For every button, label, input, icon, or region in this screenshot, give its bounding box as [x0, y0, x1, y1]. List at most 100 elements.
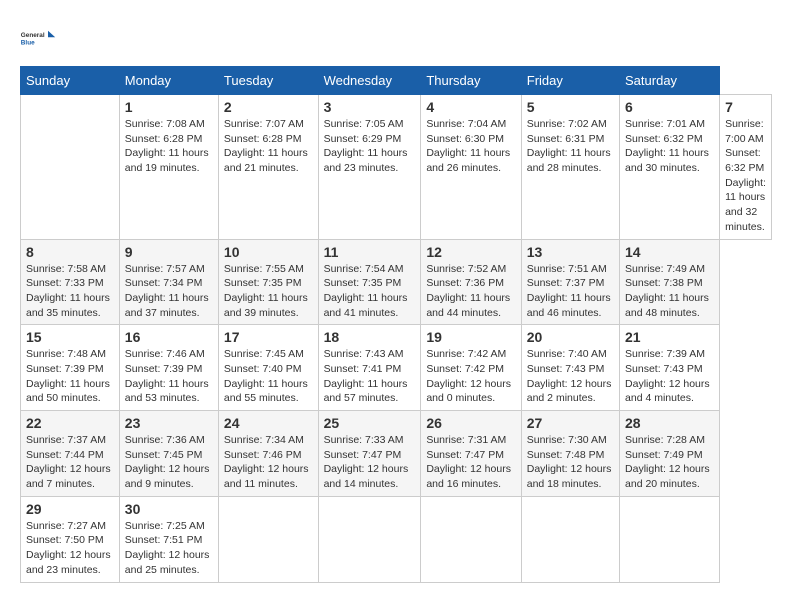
- daylight: Daylight: 12 hours and 0 minutes.: [426, 378, 511, 405]
- daylight: Daylight: 11 hours and 26 minutes.: [426, 147, 510, 174]
- day-info: Sunrise: 7:48 AM Sunset: 7:39 PM Dayligh…: [26, 347, 114, 406]
- daylight: Daylight: 12 hours and 2 minutes.: [527, 378, 612, 405]
- day-cell-10: 10 Sunrise: 7:55 AM Sunset: 7:35 PM Dayl…: [218, 239, 318, 325]
- daylight: Daylight: 12 hours and 7 minutes.: [26, 463, 111, 490]
- day-info: Sunrise: 7:33 AM Sunset: 7:47 PM Dayligh…: [324, 433, 416, 492]
- empty-cell: [21, 95, 120, 240]
- sunset: Sunset: 7:38 PM: [625, 277, 703, 289]
- day-info: Sunrise: 7:42 AM Sunset: 7:42 PM Dayligh…: [426, 347, 515, 406]
- sunrise: Sunrise: 7:39 AM: [625, 348, 705, 360]
- sunset: Sunset: 6:32 PM: [625, 133, 703, 145]
- day-info: Sunrise: 7:34 AM Sunset: 7:46 PM Dayligh…: [224, 433, 313, 492]
- day-info: Sunrise: 7:39 AM Sunset: 7:43 PM Dayligh…: [625, 347, 714, 406]
- day-cell-12: 12 Sunrise: 7:52 AM Sunset: 7:36 PM Dayl…: [421, 239, 521, 325]
- day-number: 10: [224, 244, 313, 260]
- day-cell-30: 30 Sunrise: 7:25 AM Sunset: 7:51 PM Dayl…: [119, 496, 218, 582]
- day-info: Sunrise: 7:57 AM Sunset: 7:34 PM Dayligh…: [125, 262, 213, 321]
- svg-text:General: General: [21, 32, 45, 39]
- weekday-header-friday: Friday: [521, 67, 619, 95]
- day-info: Sunrise: 7:27 AM Sunset: 7:50 PM Dayligh…: [26, 519, 114, 578]
- page-header: GeneralBlue: [20, 20, 772, 56]
- day-number: 16: [125, 329, 213, 345]
- day-number: 7: [725, 99, 766, 115]
- daylight: Daylight: 11 hours and 32 minutes.: [725, 177, 766, 233]
- sunset: Sunset: 7:40 PM: [224, 363, 302, 375]
- weekday-header-row: SundayMondayTuesdayWednesdayThursdayFrid…: [21, 67, 772, 95]
- sunset: Sunset: 7:48 PM: [527, 449, 605, 461]
- sunrise: Sunrise: 7:25 AM: [125, 520, 205, 532]
- day-info: Sunrise: 7:37 AM Sunset: 7:44 PM Dayligh…: [26, 433, 114, 492]
- daylight: Daylight: 11 hours and 37 minutes.: [125, 292, 209, 319]
- day-number: 3: [324, 99, 416, 115]
- sunrise: Sunrise: 7:52 AM: [426, 263, 506, 275]
- sunrise: Sunrise: 7:57 AM: [125, 263, 205, 275]
- calendar-week-1: 1 Sunrise: 7:08 AM Sunset: 6:28 PM Dayli…: [21, 95, 772, 240]
- sunrise: Sunrise: 7:04 AM: [426, 118, 506, 130]
- daylight: Daylight: 11 hours and 39 minutes.: [224, 292, 308, 319]
- day-cell-7: 7 Sunrise: 7:00 AM Sunset: 6:32 PM Dayli…: [720, 95, 772, 240]
- day-cell-13: 13 Sunrise: 7:51 AM Sunset: 7:37 PM Dayl…: [521, 239, 619, 325]
- day-number: 29: [26, 501, 114, 517]
- day-number: 26: [426, 415, 515, 431]
- sunset: Sunset: 7:49 PM: [625, 449, 703, 461]
- daylight: Daylight: 12 hours and 14 minutes.: [324, 463, 409, 490]
- daylight: Daylight: 11 hours and 50 minutes.: [26, 378, 110, 405]
- day-cell-1: 1 Sunrise: 7:08 AM Sunset: 6:28 PM Dayli…: [119, 95, 218, 240]
- day-number: 6: [625, 99, 714, 115]
- day-cell-29: 29 Sunrise: 7:27 AM Sunset: 7:50 PM Dayl…: [21, 496, 120, 582]
- day-number: 27: [527, 415, 614, 431]
- day-number: 22: [26, 415, 114, 431]
- sunrise: Sunrise: 7:27 AM: [26, 520, 106, 532]
- day-info: Sunrise: 7:05 AM Sunset: 6:29 PM Dayligh…: [324, 117, 416, 176]
- day-cell-14: 14 Sunrise: 7:49 AM Sunset: 7:38 PM Dayl…: [620, 239, 720, 325]
- day-cell-6: 6 Sunrise: 7:01 AM Sunset: 6:32 PM Dayli…: [620, 95, 720, 240]
- daylight: Daylight: 12 hours and 9 minutes.: [125, 463, 210, 490]
- sunrise: Sunrise: 7:36 AM: [125, 434, 205, 446]
- sunrise: Sunrise: 7:31 AM: [426, 434, 506, 446]
- day-cell-15: 15 Sunrise: 7:48 AM Sunset: 7:39 PM Dayl…: [21, 325, 120, 411]
- day-info: Sunrise: 7:58 AM Sunset: 7:33 PM Dayligh…: [26, 262, 114, 321]
- sunset: Sunset: 7:41 PM: [324, 363, 402, 375]
- sunrise: Sunrise: 7:42 AM: [426, 348, 506, 360]
- weekday-header-monday: Monday: [119, 67, 218, 95]
- day-info: Sunrise: 7:52 AM Sunset: 7:36 PM Dayligh…: [426, 262, 515, 321]
- daylight: Daylight: 11 hours and 48 minutes.: [625, 292, 709, 319]
- daylight: Daylight: 11 hours and 30 minutes.: [625, 147, 709, 174]
- sunset: Sunset: 7:36 PM: [426, 277, 504, 289]
- day-cell-17: 17 Sunrise: 7:45 AM Sunset: 7:40 PM Dayl…: [218, 325, 318, 411]
- daylight: Daylight: 12 hours and 4 minutes.: [625, 378, 710, 405]
- day-cell-3: 3 Sunrise: 7:05 AM Sunset: 6:29 PM Dayli…: [318, 95, 421, 240]
- sunrise: Sunrise: 7:08 AM: [125, 118, 205, 130]
- weekday-header-wednesday: Wednesday: [318, 67, 421, 95]
- daylight: Daylight: 11 hours and 46 minutes.: [527, 292, 611, 319]
- sunrise: Sunrise: 7:33 AM: [324, 434, 404, 446]
- day-number: 2: [224, 99, 313, 115]
- day-number: 21: [625, 329, 714, 345]
- day-info: Sunrise: 7:45 AM Sunset: 7:40 PM Dayligh…: [224, 347, 313, 406]
- calendar-week-3: 15 Sunrise: 7:48 AM Sunset: 7:39 PM Dayl…: [21, 325, 772, 411]
- sunrise: Sunrise: 7:02 AM: [527, 118, 607, 130]
- day-info: Sunrise: 7:04 AM Sunset: 6:30 PM Dayligh…: [426, 117, 515, 176]
- day-info: Sunrise: 7:49 AM Sunset: 7:38 PM Dayligh…: [625, 262, 714, 321]
- sunset: Sunset: 7:42 PM: [426, 363, 504, 375]
- day-info: Sunrise: 7:02 AM Sunset: 6:31 PM Dayligh…: [527, 117, 614, 176]
- day-number: 28: [625, 415, 714, 431]
- day-info: Sunrise: 7:55 AM Sunset: 7:35 PM Dayligh…: [224, 262, 313, 321]
- day-info: Sunrise: 7:01 AM Sunset: 6:32 PM Dayligh…: [625, 117, 714, 176]
- sunset: Sunset: 7:44 PM: [26, 449, 104, 461]
- sunset: Sunset: 6:32 PM: [725, 147, 764, 174]
- sunset: Sunset: 7:51 PM: [125, 534, 203, 546]
- day-number: 12: [426, 244, 515, 260]
- sunset: Sunset: 7:37 PM: [527, 277, 605, 289]
- daylight: Daylight: 11 hours and 44 minutes.: [426, 292, 510, 319]
- day-number: 17: [224, 329, 313, 345]
- day-info: Sunrise: 7:43 AM Sunset: 7:41 PM Dayligh…: [324, 347, 416, 406]
- day-number: 14: [625, 244, 714, 260]
- daylight: Daylight: 11 hours and 28 minutes.: [527, 147, 611, 174]
- logo: GeneralBlue: [20, 20, 56, 56]
- sunrise: Sunrise: 7:40 AM: [527, 348, 607, 360]
- sunrise: Sunrise: 7:48 AM: [26, 348, 106, 360]
- sunset: Sunset: 7:45 PM: [125, 449, 203, 461]
- weekday-header-tuesday: Tuesday: [218, 67, 318, 95]
- daylight: Daylight: 12 hours and 25 minutes.: [125, 549, 210, 576]
